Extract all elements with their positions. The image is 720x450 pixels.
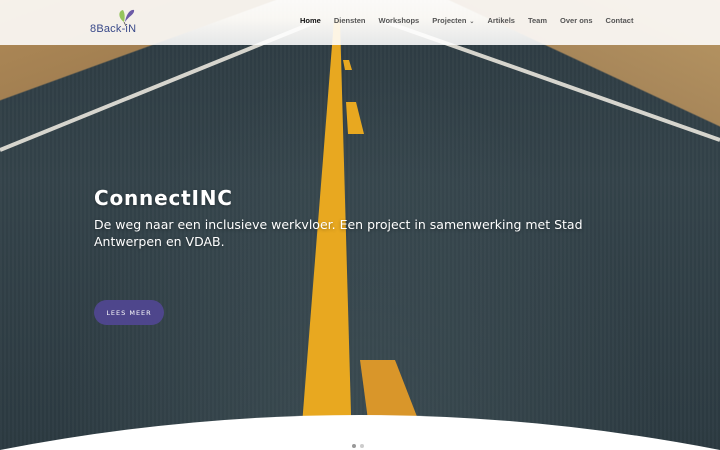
butterfly-icon (119, 9, 135, 27)
slider-dot-1[interactable] (352, 444, 356, 448)
nav-item-home[interactable]: Home (300, 16, 321, 25)
nav-item-over-ons[interactable]: Over ons (560, 16, 593, 25)
read-more-button[interactable]: LEES MEER (94, 300, 164, 325)
nav-item-projecten[interactable]: Projecten ⌄ (432, 16, 474, 25)
nav-item-projecten-label: Projecten (432, 16, 467, 25)
slider-dot-2[interactable] (360, 444, 364, 448)
site-header: 8Back-iN Home Diensten Workshops Project… (0, 0, 720, 45)
main-navigation: Home Diensten Workshops Projecten ⌄ Artik… (300, 16, 646, 25)
site-logo[interactable]: 8Back-iN (90, 8, 146, 38)
nav-item-workshops[interactable]: Workshops (379, 16, 420, 25)
nav-item-team[interactable]: Team (528, 16, 547, 25)
hero-title: ConnectINC (94, 186, 233, 210)
hero-subtitle: De weg naar een inclusieve werkvloer. Ee… (94, 217, 583, 249)
chevron-down-icon: ⌄ (469, 19, 475, 25)
nav-item-contact[interactable]: Contact (606, 16, 634, 25)
slider-pagination (352, 444, 364, 448)
nav-item-artikels[interactable]: Artikels (487, 16, 515, 25)
nav-item-diensten[interactable]: Diensten (334, 16, 366, 25)
